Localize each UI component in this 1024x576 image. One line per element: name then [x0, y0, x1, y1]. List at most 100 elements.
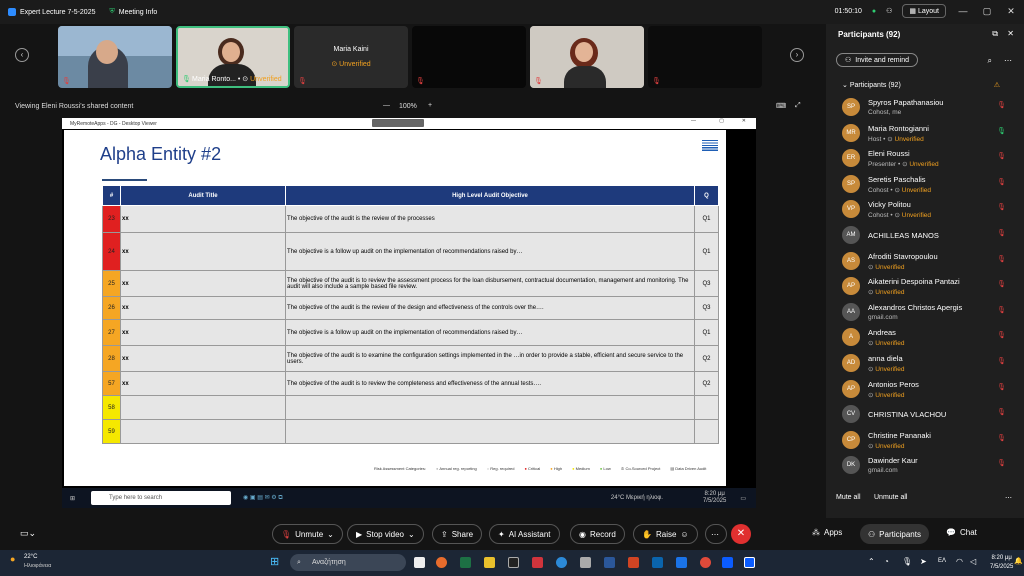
task-view-icon[interactable]	[414, 557, 425, 568]
app-icon-gray[interactable]	[580, 557, 591, 568]
windows-start-icon[interactable]: ⊞	[70, 495, 75, 502]
record-button[interactable]: ◉ Record	[570, 524, 625, 544]
language-indicator[interactable]: ΕΛ	[938, 558, 946, 564]
lock-icon[interactable]: ⚠	[994, 81, 1000, 89]
participant-mic-icon: 🎙	[997, 460, 1006, 468]
word-icon[interactable]	[604, 557, 615, 568]
stop-video-button[interactable]: ▶ Stop video ⌄	[347, 524, 424, 544]
app-icon-red[interactable]	[532, 557, 543, 568]
tray-chevron-icon[interactable]: ⌃	[868, 557, 875, 566]
participant-item[interactable]: AP Antonios Peros ⊙ Unverified 🎙	[842, 377, 1018, 403]
participant-item[interactable]: DK Dawinder Kaur gmail.com 🎙	[842, 453, 1018, 479]
video-tile-1[interactable]: 🎙	[58, 26, 172, 88]
remote-toolbar-handle[interactable]	[372, 119, 424, 127]
participant-subtitle: ⊙ Unverified	[868, 442, 905, 450]
zoom-out-button[interactable]: —	[383, 102, 390, 109]
outlook-icon[interactable]	[652, 557, 663, 568]
quarter-cell: Q1	[694, 319, 719, 346]
participant-item[interactable]: MR Maria Rontogianni Host • ⊙ Unverified …	[842, 121, 1018, 147]
unmute-button[interactable]: 🎙 Unmute ⌄	[272, 524, 343, 544]
people-icon[interactable]: ⚇	[886, 7, 892, 15]
zoom-in-button[interactable]: +	[428, 102, 432, 109]
participants-section[interactable]: ⌄ Participants (92)	[842, 81, 901, 89]
participant-item[interactable]: AD anna diela ⊙ Unverified 🎙	[842, 351, 1018, 377]
volume-icon[interactable]: ◁	[970, 557, 976, 566]
remote-minimize-button[interactable]: —	[691, 118, 696, 124]
more-icon[interactable]: ⋯	[1004, 56, 1012, 65]
participant-item[interactable]: AM ACHILLEAS MANOS 🎙	[842, 223, 1018, 249]
mute-all-button[interactable]: Mute all	[836, 494, 861, 501]
taskbar-search[interactable]: ⌕ Αναζήτηση	[290, 554, 406, 571]
search-icon[interactable]: ⌕	[988, 56, 992, 66]
strip-prev-button[interactable]: ‹	[15, 48, 29, 62]
chat-button[interactable]: 💬 Chat	[946, 528, 977, 537]
participants-panel: Participants (92) ⧉ ✕ ⚇ Invite and remind…	[826, 24, 1024, 518]
participant-mic-icon: 🎙	[997, 281, 1006, 289]
avatar: AP	[842, 277, 860, 296]
panel-more-button[interactable]: ⋯	[1005, 494, 1012, 502]
more-controls-button[interactable]: ⋯	[705, 524, 727, 544]
participant-item[interactable]: SP Spyros Papathanasiou Cohost, me 🎙	[842, 95, 1018, 121]
share-button[interactable]: ⇪ Share	[432, 524, 483, 544]
participant-mic-icon: 🎙	[997, 332, 1006, 340]
chrome-icon[interactable]	[700, 557, 711, 568]
participant-item[interactable]: CP Christine Pananaki ⊙ Unverified 🎙	[842, 428, 1018, 454]
participant-item[interactable]: VP Vicky Politou Cohost • ⊙ Unverified 🎙	[842, 197, 1018, 223]
tray-icon[interactable]: ◔	[884, 557, 889, 566]
risk-legend: Risk Assessment Categories: ● Annual reg…	[374, 466, 707, 471]
ai-assistant-button[interactable]: ✦ AI Assistant	[489, 524, 560, 544]
minimize-button[interactable]: —	[956, 6, 970, 16]
fullscreen-icon[interactable]: ⤢	[795, 102, 801, 110]
notifications-icon[interactable]: 🔔	[1014, 557, 1023, 565]
annotate-icon[interactable]: ⌨	[776, 102, 786, 110]
excel-icon[interactable]	[460, 557, 471, 568]
send-icon[interactable]: ➤	[920, 557, 927, 566]
strip-next-button[interactable]: ›	[790, 48, 804, 62]
remote-search-box[interactable]: Type here to search	[91, 491, 232, 505]
powerpoint-icon[interactable]	[628, 557, 639, 568]
participant-item[interactable]: A Andreas ⊙ Unverified 🎙	[842, 325, 1018, 351]
notification-icon[interactable]: ▭	[740, 495, 746, 502]
edge-icon[interactable]	[556, 557, 567, 568]
participant-item[interactable]: SP Seretis Paschalis Cohost • ⊙ Unverifie…	[842, 172, 1018, 198]
app-icon[interactable]	[508, 557, 519, 568]
participant-item[interactable]: AP Aikaterini Despoina Pantazi ⊙ Unverifi…	[842, 274, 1018, 300]
raise-button[interactable]: ✋ Raise ☺	[633, 524, 698, 544]
table-row: 57 xx The objective of the audit is to r…	[102, 371, 719, 396]
video-tile-2[interactable]: Maria Ronto... • ⊙ Unverified 🎙	[176, 26, 290, 88]
taskbar-clock[interactable]: 8:20 μμ 7/5/2025	[990, 554, 1013, 572]
taskbar-app-icons[interactable]: ◉ ▣ ▤ ✉ ⚙ ⧉	[243, 494, 283, 502]
leave-button[interactable]: ✕	[731, 524, 751, 544]
video-tile-3[interactable]: Maria Kaini ⊙ Unverified 🎙	[294, 26, 408, 88]
app-icon-blue[interactable]	[676, 557, 687, 568]
invite-button[interactable]: ⚇ Invite and remind	[836, 53, 918, 67]
participant-item[interactable]: CV CHRISTINA VLACHOU 🎙	[842, 402, 1018, 428]
video-tile-5[interactable]: 🎙	[530, 26, 644, 88]
participant-item[interactable]: AA Alexandros Christos Apergis gmail.com …	[842, 300, 1018, 326]
remote-close-button[interactable]: ✕	[742, 118, 746, 124]
popout-icon[interactable]: ⧉	[992, 29, 998, 39]
file-explorer-icon[interactable]	[484, 557, 495, 568]
windows-start-icon[interactable]: ⊞	[270, 555, 279, 568]
zoom-icon[interactable]	[722, 557, 733, 568]
video-tile-4[interactable]: 🎙	[412, 26, 526, 88]
maximize-button[interactable]: ▢	[980, 6, 994, 17]
participant-item[interactable]: ER Eleni Roussi Presenter • ⊙ Unverified …	[842, 146, 1018, 172]
audit-objective-cell: The objective of the audit is the review…	[285, 205, 695, 233]
remote-maximize-button[interactable]: ▢	[719, 118, 724, 124]
participants-button[interactable]: ⚇ Participants	[860, 524, 929, 544]
close-panel-icon[interactable]: ✕	[1007, 29, 1014, 38]
close-window-button[interactable]: ✕	[1004, 6, 1018, 17]
wifi-icon[interactable]: ◠	[956, 557, 963, 566]
apps-button[interactable]: ⁂ Apps	[812, 528, 842, 537]
unmute-all-button[interactable]: Unmute all	[874, 494, 907, 501]
captions-icon[interactable]: ▭⌄	[20, 528, 36, 539]
video-tile-6[interactable]: 🎙	[648, 26, 762, 88]
zoom-meeting-icon[interactable]	[744, 557, 755, 568]
mic-tray-icon[interactable]: 🎙	[902, 557, 912, 566]
firefox-icon[interactable]	[436, 557, 447, 568]
participant-name: Eleni Roussi	[868, 149, 910, 159]
participant-item[interactable]: AS Afroditi Stavropoulou ⊙ Unverified 🎙	[842, 249, 1018, 275]
layout-button[interactable]: ▦ Layout	[902, 4, 946, 18]
meeting-info-button[interactable]: ⛨ Meeting Info	[110, 8, 158, 16]
